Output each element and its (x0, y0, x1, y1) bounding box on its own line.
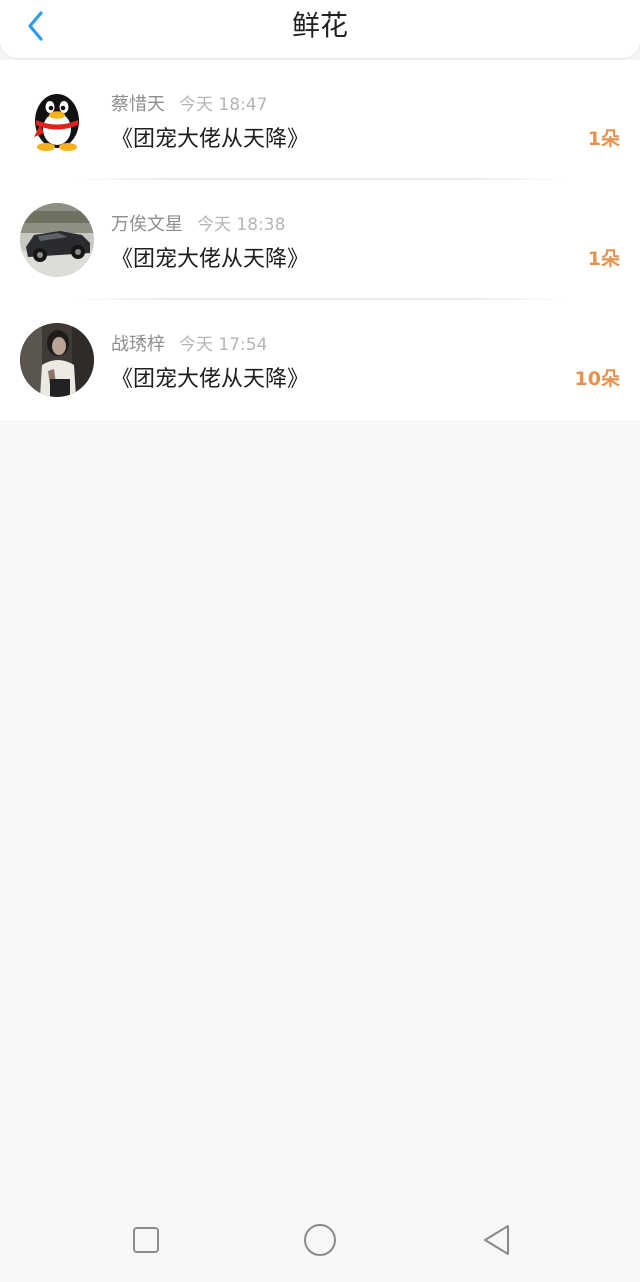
triangle-back-icon (484, 1225, 509, 1255)
sender-name: 万俟文星 (111, 214, 183, 235)
send-time: 今天 17:54 (179, 335, 268, 355)
qq-penguin-icon (20, 83, 94, 157)
list-item[interactable]: 蔡惜天 今天 18:47 《团宠大佬从天降》 1朵 (0, 60, 640, 180)
top-bar: 鲜花 (0, 0, 640, 59)
avatar[interactable] (20, 83, 94, 157)
page-title: 鲜花 (291, 9, 348, 42)
list-item[interactable]: 万俟文星 今天 18:38 《团宠大佬从天降》 1朵 (0, 180, 640, 300)
book-title[interactable]: 《团宠大佬从天降》 (111, 361, 309, 393)
sender-line: 万俟文星 今天 18:38 (111, 210, 285, 236)
sender-line: 战琇梓 今天 17:54 (111, 330, 267, 356)
system-nav-bar (0, 1196, 640, 1282)
sender-line: 蔡惜天 今天 18:47 (111, 90, 267, 116)
flower-count: 1朵 (587, 248, 620, 270)
send-time: 今天 18:47 (179, 95, 268, 115)
home-button[interactable] (300, 1222, 340, 1258)
book-title[interactable]: 《团宠大佬从天降》 (111, 121, 309, 153)
list-item[interactable]: 战琇梓 今天 17:54 《团宠大佬从天降》 10朵 (0, 300, 640, 420)
flower-count: 10朵 (574, 368, 620, 390)
circle-icon (304, 1224, 336, 1256)
avatar[interactable] (20, 203, 94, 277)
sender-name: 蔡惜天 (111, 94, 165, 115)
avatar[interactable] (20, 323, 94, 397)
sender-name: 战琇梓 (111, 334, 165, 355)
send-time: 今天 18:38 (197, 215, 286, 235)
recent-apps-button[interactable] (126, 1222, 166, 1258)
nav-back-button[interactable] (476, 1222, 516, 1258)
square-icon (133, 1227, 159, 1253)
flower-count: 1朵 (587, 128, 620, 150)
car-photo (20, 203, 94, 277)
flower-list: 蔡惜天 今天 18:47 《团宠大佬从天降》 1朵 万俟文星 今天 18:38 《团… (0, 60, 640, 420)
person-photo (20, 323, 94, 397)
book-title[interactable]: 《团宠大佬从天降》 (111, 241, 309, 273)
